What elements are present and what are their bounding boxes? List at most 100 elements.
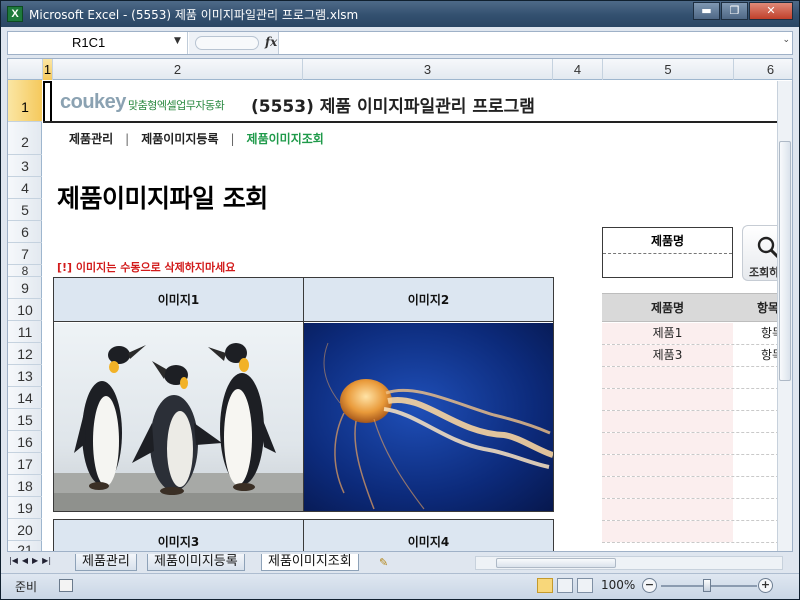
formula-controls: fx — [189, 32, 279, 54]
last-sheet-icon[interactable]: ▶| — [42, 556, 51, 565]
product-name-cell: 제품1 — [602, 323, 733, 344]
status-text: 준비 — [15, 580, 38, 594]
row-header[interactable]: 10 — [8, 299, 42, 321]
penguins-image[interactable] — [54, 323, 303, 511]
insert-sheet-icon[interactable]: ✎ — [379, 556, 399, 570]
tab-navigation: |◀ ◀ ▶ ▶| — [9, 556, 51, 565]
image-label: 이미지3 — [54, 520, 303, 551]
normal-view-button[interactable] — [537, 578, 553, 593]
excel-app-icon[interactable]: X — [7, 6, 23, 22]
excel-window: X Microsoft Excel - (5553) 제품 이미지파일관리 프로… — [0, 0, 800, 600]
table-row[interactable] — [602, 367, 792, 389]
chevron-down-icon[interactable]: ▼ — [174, 36, 181, 46]
zoom-in-button[interactable]: + — [758, 578, 773, 593]
product-name-cell: 제품3 — [602, 345, 733, 366]
product-name-cell — [602, 499, 733, 520]
row-header[interactable]: 20 — [8, 519, 42, 541]
next-sheet-icon[interactable]: ▶ — [32, 556, 38, 565]
row-header[interactable]: 4 — [8, 177, 42, 199]
table-row[interactable] — [602, 455, 792, 477]
row-header[interactable]: 2 — [8, 122, 42, 155]
first-sheet-icon[interactable]: |◀ — [9, 556, 18, 565]
image-label: 이미지4 — [304, 520, 553, 551]
row-header[interactable]: 18 — [8, 475, 42, 497]
close-button[interactable]: ✕ — [749, 2, 793, 20]
name-box[interactable]: R1C1 — [8, 32, 188, 54]
row-header[interactable]: 15 — [8, 409, 42, 431]
search-label: 제품명 — [603, 228, 732, 254]
page-break-view-button[interactable] — [577, 578, 593, 593]
row-header[interactable]: 19 — [8, 497, 42, 519]
row-header[interactable]: 12 — [8, 343, 42, 365]
program-title: (5553) 제품 이미지파일관리 프로그램 — [251, 97, 535, 117]
product-name-input[interactable] — [603, 255, 732, 278]
worksheet-grid: 1 2 3 4 5 6 1 2 3 4 5 6 7 8 9 10 11 12 1… — [7, 58, 793, 552]
zoom-slider-thumb[interactable] — [703, 579, 711, 592]
column-header[interactable]: 6 — [734, 59, 792, 80]
column-header[interactable]: 2 — [53, 59, 303, 80]
active-cell-r1c1[interactable] — [43, 81, 52, 123]
nav-menu: 제품관리 | 제품이미지등록 | 제품이미지조회 — [69, 130, 324, 147]
row-header[interactable]: 13 — [8, 365, 42, 387]
vertical-scroll-thumb[interactable] — [779, 141, 791, 381]
column-header-product-name: 제품명 — [650, 301, 685, 315]
image-cell[interactable]: 이미지3 — [53, 519, 304, 551]
product-name-cell — [602, 521, 733, 542]
table-row[interactable]: 제품1 항목 — [602, 323, 792, 345]
row-header[interactable]: 21 — [8, 541, 42, 551]
image-cell[interactable]: 이미지4 — [303, 519, 554, 551]
row-header[interactable]: 5 — [8, 199, 42, 221]
horizontal-scrollbar[interactable] — [475, 556, 783, 570]
horizontal-scroll-thumb[interactable] — [496, 558, 616, 568]
column-header[interactable]: 5 — [603, 59, 734, 80]
row-header[interactable]: 14 — [8, 387, 42, 409]
row-header[interactable]: 11 — [8, 321, 42, 343]
nav-item-image-register[interactable]: 제품이미지등록 — [141, 130, 218, 147]
nav-item-image-search[interactable]: 제품이미지조회 — [247, 130, 324, 147]
row-header[interactable]: 3 — [8, 155, 42, 177]
table-row[interactable] — [602, 521, 792, 543]
macro-record-icon[interactable] — [59, 579, 73, 592]
row-headers: 1 2 3 4 5 6 7 8 9 10 11 12 13 14 15 16 1… — [8, 80, 42, 551]
expand-formula-bar-icon[interactable]: ⌄ — [782, 35, 790, 45]
tab-image-search[interactable]: 제품이미지조회 — [261, 554, 359, 571]
tab-image-register[interactable]: 제품이미지등록 — [147, 554, 245, 571]
jellyfish-image[interactable] — [304, 323, 553, 511]
table-row[interactable] — [602, 499, 792, 521]
table-row[interactable] — [602, 433, 792, 455]
select-all-corner[interactable] — [8, 59, 43, 80]
product-name-cell — [602, 455, 733, 476]
column-header[interactable]: 4 — [553, 59, 603, 80]
maximize-button[interactable]: ❐ — [721, 2, 748, 20]
tab-product-management[interactable]: 제품관리 — [75, 554, 137, 571]
column-headers: 1 2 3 4 5 6 — [8, 59, 792, 80]
table-row[interactable] — [602, 389, 792, 411]
table-row[interactable] — [602, 411, 792, 433]
minimize-button[interactable]: ▬ — [693, 2, 720, 20]
zoom-out-button[interactable]: − — [642, 578, 657, 593]
column-header[interactable]: 3 — [303, 59, 553, 80]
row-header[interactable]: 7 — [8, 243, 42, 265]
row-header[interactable]: 8 — [8, 265, 42, 277]
column-header[interactable]: 1 — [43, 59, 53, 80]
nav-item-product-management[interactable]: 제품관리 — [69, 130, 113, 147]
row-header[interactable]: 17 — [8, 453, 42, 475]
row-header[interactable]: 1 — [8, 80, 42, 122]
row-header[interactable]: 6 — [8, 221, 42, 243]
table-row[interactable]: 제품3 항목 — [602, 345, 792, 367]
product-name-search: 제품명 — [602, 227, 733, 278]
vertical-scrollbar[interactable] — [777, 81, 792, 551]
zoom-level[interactable]: 100% — [601, 578, 635, 592]
warning-text: [!] 이미지는 수동으로 삭제하지마세요 — [57, 261, 236, 274]
table-row[interactable] — [602, 477, 792, 499]
insert-function-button[interactable]: fx — [265, 35, 277, 49]
formula-resize-handle[interactable] — [195, 36, 259, 50]
page-layout-view-button[interactable] — [557, 578, 573, 593]
product-name-cell — [602, 477, 733, 498]
row-header[interactable]: 16 — [8, 431, 42, 453]
prev-sheet-icon[interactable]: ◀ — [22, 556, 28, 565]
brand-logo: coukey — [60, 91, 126, 113]
row-header[interactable]: 9 — [8, 277, 42, 299]
image-cell[interactable]: 이미지2 — [303, 277, 554, 512]
image-cell[interactable]: 이미지1 — [53, 277, 304, 512]
